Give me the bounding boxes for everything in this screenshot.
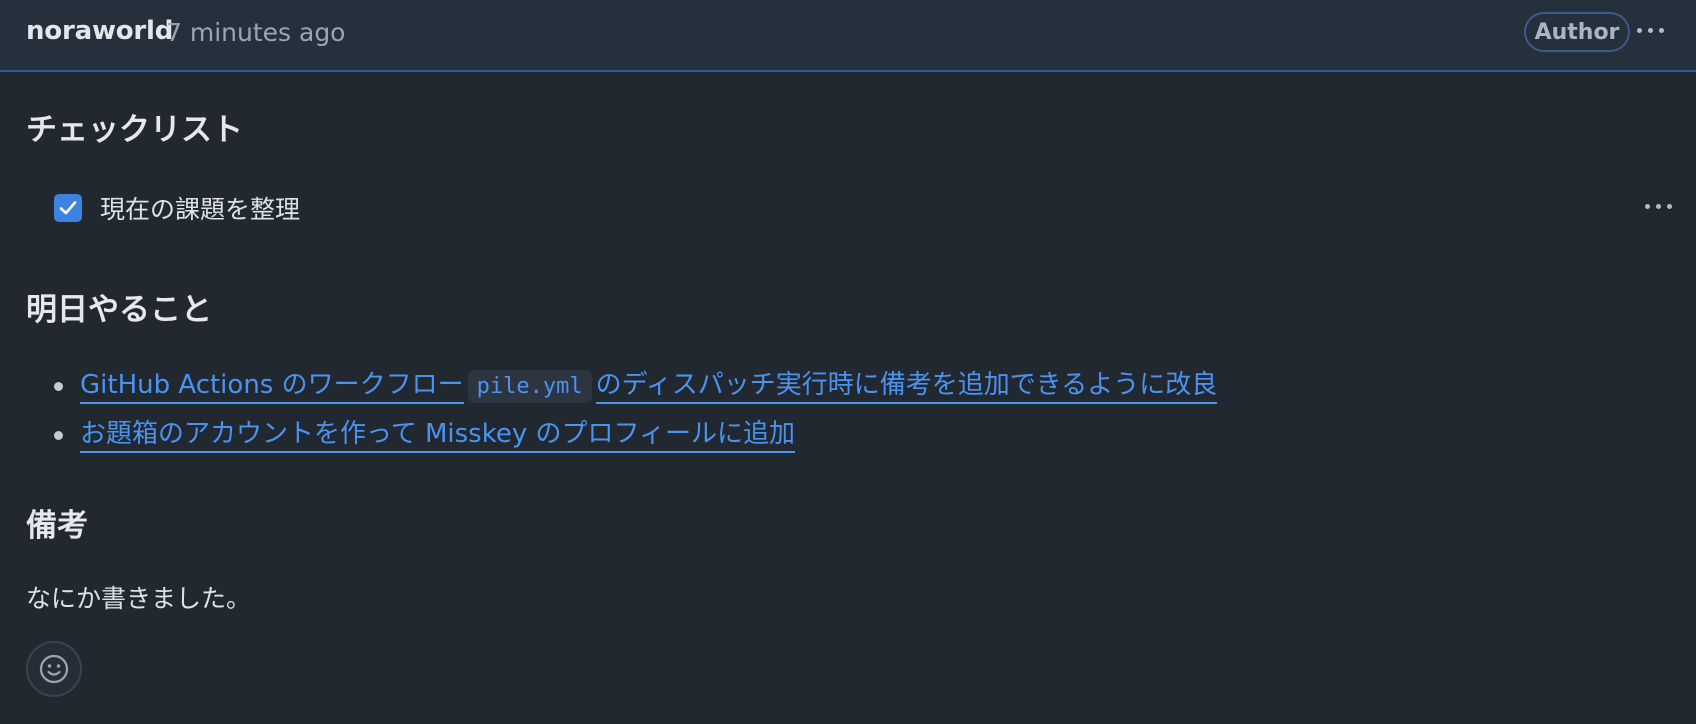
list-item: お題箱のアカウントを作って Misskey のプロフィールに追加 [54,411,1217,460]
issue-link-workflow[interactable]: GitHub Actions のワークフロー [80,369,464,404]
dot [1666,203,1672,209]
task-list-item: 現在の課題を整理 [54,192,300,224]
link-text-after: のディスパッチ実行時に備考を追加できるように改良 [595,370,1218,400]
notes-heading: 備考 [26,508,88,544]
issue-link-workflow-continued[interactable]: のディスパッチ実行時に備考を追加できるように改良 [595,369,1218,404]
task-checkbox[interactable] [54,194,82,222]
dot [1636,27,1642,33]
bullet [54,431,63,440]
list-item: GitHub Actions のワークフロー pile.yml のディスパッチ実… [54,362,1218,411]
comment-timestamp[interactable]: 7 minutes ago [166,18,345,47]
dot [1644,203,1650,209]
dot [1655,203,1661,209]
dot [1647,27,1653,33]
issue-link-misskey[interactable]: お題箱のアカウントを作って Misskey のプロフィールに追加 [80,418,795,453]
issue-comment: noraworld 7 minutes ago Author チェックリスト 現… [0,0,1696,724]
checkmark-icon [59,201,77,215]
task-options-kebab-icon[interactable] [1638,194,1678,218]
author-name[interactable]: noraworld [26,16,173,46]
author-badge: Author [1524,12,1630,52]
bullet [54,382,63,391]
add-reaction-button[interactable] [26,641,82,697]
smiley-icon [39,654,69,684]
comment-options-kebab-icon[interactable] [1630,18,1670,42]
comment-header: noraworld 7 minutes ago Author [0,0,1696,72]
link-text-before: GitHub Actions のワークフロー [80,370,464,400]
checklist-heading: チェックリスト [26,112,243,148]
dot [1658,27,1664,33]
task-label: 現在の課題を整理 [100,195,301,224]
inline-code: pile.yml [467,370,592,403]
tomorrow-heading: 明日やること [26,292,212,328]
notes-text: なにか書きました。 [26,584,252,613]
tomorrow-list: GitHub Actions のワークフロー pile.yml のディスパッチ実… [54,362,1218,460]
